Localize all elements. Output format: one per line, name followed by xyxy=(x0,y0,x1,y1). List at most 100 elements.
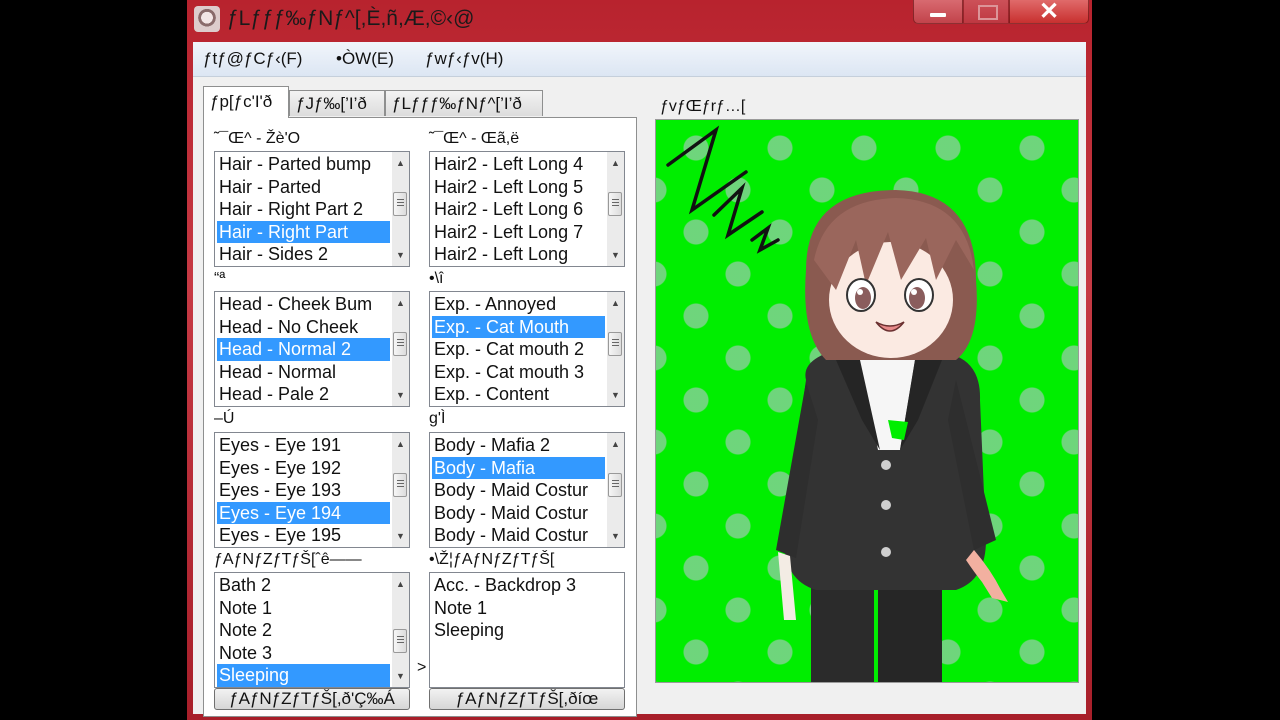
list-item[interactable]: Body - Maid Costur xyxy=(432,524,605,547)
list-item[interactable]: Sleeping xyxy=(217,664,390,687)
list-item[interactable]: Acc. - Backdrop 3 xyxy=(432,574,622,597)
app-icon xyxy=(194,6,220,32)
tab-character[interactable]: ƒLƒƒƒ‰ƒNƒ^[’I’ð xyxy=(385,90,543,116)
list-item[interactable]: Hair - Parted xyxy=(217,176,390,199)
listbox-hair-back[interactable]: Hair2 - Left Long 4 Hair2 - Left Long 5 Ha… xyxy=(429,151,625,267)
list-item[interactable]: Exp. - Content xyxy=(432,383,605,406)
menu-file[interactable]: ƒtƒ@ƒCƒ‹(F) xyxy=(203,49,302,69)
scrollbar[interactable]: ▲ ▼ xyxy=(392,573,409,687)
label-head: “ª xyxy=(214,270,226,287)
add-accessory-button[interactable]: ƒAƒNƒZƒTƒŠ[,ð'Ç‰Á xyxy=(214,688,410,710)
parts-panel: ˜¯Œ^ - Žè'O Hair - Parted bump Hair - Par… xyxy=(203,117,637,717)
list-item[interactable]: Hair - Right Part xyxy=(217,220,390,243)
scrollbar[interactable]: ▲ ▼ xyxy=(607,292,624,406)
list-item[interactable]: Hair - Parted bump xyxy=(217,153,390,176)
scroll-up-icon[interactable]: ▲ xyxy=(392,575,409,593)
scroll-down-icon[interactable]: ▼ xyxy=(392,246,409,264)
label-hair-front: ˜¯Œ^ - Žè'O xyxy=(214,130,301,147)
scrollbar[interactable]: ▲ ▼ xyxy=(392,292,409,406)
sleep-zzz-icon xyxy=(666,125,780,254)
label-eyes: –Ú xyxy=(214,410,235,427)
list-item[interactable]: Exp. - Cat mouth 2 xyxy=(432,338,605,361)
list-item[interactable]: Hair2 - Left Long xyxy=(432,243,605,266)
scroll-down-icon[interactable]: ▼ xyxy=(392,386,409,404)
listbox-expression[interactable]: Exp. - Annoyed Exp. - Cat Mouth Exp. - Cat… xyxy=(429,291,625,407)
list-item[interactable]: Eyes - Eye 194 xyxy=(217,501,390,524)
list-item[interactable]: Body - Mafia xyxy=(432,456,605,479)
tab-color[interactable]: ƒJƒ‰[’I’ð xyxy=(289,90,385,116)
scroll-down-icon[interactable]: ▼ xyxy=(392,527,409,545)
listbox-body[interactable]: Body - Mafia 2 Body - Mafia Body - Maid Co… xyxy=(429,432,625,548)
scroll-up-icon[interactable]: ▲ xyxy=(607,154,624,172)
list-item[interactable]: Eyes - Eye 193 xyxy=(217,479,390,502)
close-button[interactable]: ✕ xyxy=(1009,0,1089,25)
remove-accessory-button[interactable]: ƒAƒNƒZƒTƒŠ[,ðíœ xyxy=(429,688,625,710)
list-item[interactable]: Note 1 xyxy=(432,597,622,620)
menu-help[interactable]: ƒwƒ‹ƒv(H) xyxy=(425,49,503,69)
scroll-thumb[interactable] xyxy=(393,473,407,497)
menu-edit[interactable]: •ÒW(E) xyxy=(336,49,394,69)
window-title: ƒLƒƒƒ‰ƒNƒ^[,È,ñ,Æ,©‹@ xyxy=(227,7,475,30)
listbox-accessory-list[interactable]: Bath 2 Note 1 Note 2 Note 3 Sleeping ▲ ▼ xyxy=(214,572,410,688)
label-expression: •\î xyxy=(429,270,444,287)
listbox-eyes[interactable]: Eyes - Eye 191 Eyes - Eye 192 Eyes - Eye 1… xyxy=(214,432,410,548)
list-item[interactable]: Head - Pale 2 xyxy=(217,383,390,406)
scroll-down-icon[interactable]: ▼ xyxy=(392,667,409,685)
scroll-down-icon[interactable]: ▼ xyxy=(607,246,624,264)
preview-label: ƒvƒŒƒrƒ…[ xyxy=(660,98,746,115)
maximize-button[interactable] xyxy=(963,0,1009,24)
scroll-thumb[interactable] xyxy=(393,332,407,356)
listbox-hair-front[interactable]: Hair - Parted bump Hair - Parted Hair - Ri… xyxy=(214,151,410,267)
scroll-thumb[interactable] xyxy=(608,332,622,356)
list-item[interactable]: Head - No Cheek xyxy=(217,316,390,339)
character-illustration xyxy=(666,125,1008,682)
list-item[interactable]: Hair2 - Left Long 7 xyxy=(432,221,605,244)
scroll-up-icon[interactable]: ▲ xyxy=(392,154,409,172)
label-hair-back: ˜¯Œ^ - Œã,ë xyxy=(429,130,520,147)
scroll-thumb[interactable] xyxy=(608,473,622,497)
list-item[interactable]: Head - Cheek Bum xyxy=(217,293,390,316)
scroll-up-icon[interactable]: ▲ xyxy=(607,294,624,312)
list-item[interactable]: Note 3 xyxy=(217,642,390,665)
scroll-down-icon[interactable]: ▼ xyxy=(607,386,624,404)
list-item[interactable]: Hair2 - Left Long 6 xyxy=(432,198,605,221)
minimize-button[interactable] xyxy=(913,0,963,24)
scrollbar[interactable]: ▲ ▼ xyxy=(607,152,624,266)
list-item[interactable]: Exp. - Cat mouth 3 xyxy=(432,361,605,384)
listbox-head[interactable]: Head - Cheek Bum Head - No Cheek Head - No… xyxy=(214,291,410,407)
client-area: ƒtƒ@ƒCƒ‹(F) •ÒW(E) ƒwƒ‹ƒv(H) ƒp[ƒc'I'ð ƒ… xyxy=(193,42,1086,717)
scroll-thumb[interactable] xyxy=(393,629,407,653)
scroll-up-icon[interactable]: ▲ xyxy=(392,435,409,453)
list-item[interactable]: Body - Maid Costur xyxy=(432,479,605,502)
scroll-up-icon[interactable]: ▲ xyxy=(607,435,624,453)
list-item[interactable]: Eyes - Eye 192 xyxy=(217,457,390,480)
list-item[interactable]: Exp. - Annoyed xyxy=(432,293,605,316)
list-item[interactable]: Body - Maid Costur xyxy=(432,502,605,525)
scroll-thumb[interactable] xyxy=(608,192,622,216)
scrollbar[interactable]: ▲ ▼ xyxy=(392,152,409,266)
label-accessory-list: ƒAƒNƒZƒTƒŠ[ˆê—— xyxy=(214,551,362,568)
list-item[interactable]: Exp. - Cat Mouth xyxy=(432,315,605,338)
list-item[interactable]: Eyes - Eye 191 xyxy=(217,434,390,457)
scroll-thumb[interactable] xyxy=(393,192,407,216)
list-item[interactable]: Eyes - Eye 195 xyxy=(217,524,390,547)
title-bar[interactable]: ƒLƒƒƒ‰ƒNƒ^[,È,ñ,Æ,©‹@ ✕ xyxy=(187,0,1092,42)
list-item[interactable]: Hair2 - Left Long 5 xyxy=(432,176,605,199)
list-item[interactable]: Hair - Sides 2 xyxy=(217,243,390,266)
list-item[interactable]: Body - Mafia 2 xyxy=(432,434,605,457)
tab-parts[interactable]: ƒp[ƒc'I'ð xyxy=(203,86,289,118)
list-item[interactable]: Note 1 xyxy=(217,597,390,620)
scroll-up-icon[interactable]: ▲ xyxy=(392,294,409,312)
listbox-accessory-equipped[interactable]: Acc. - Backdrop 3 Note 1 Sleeping xyxy=(429,572,625,688)
list-item[interactable]: Bath 2 xyxy=(217,574,390,597)
list-item[interactable]: Note 2 xyxy=(217,619,390,642)
scrollbar[interactable]: ▲ ▼ xyxy=(607,433,624,547)
list-item[interactable]: Head - Normal xyxy=(217,361,390,384)
label-body: g'Ì xyxy=(429,410,446,427)
list-item[interactable]: Head - Normal 2 xyxy=(217,338,390,361)
list-item[interactable]: Sleeping xyxy=(432,619,622,642)
scrollbar[interactable]: ▲ ▼ xyxy=(392,433,409,547)
scroll-down-icon[interactable]: ▼ xyxy=(607,527,624,545)
list-item[interactable]: Hair2 - Left Long 4 xyxy=(432,153,605,176)
list-item[interactable]: Hair - Right Part 2 xyxy=(217,198,390,221)
